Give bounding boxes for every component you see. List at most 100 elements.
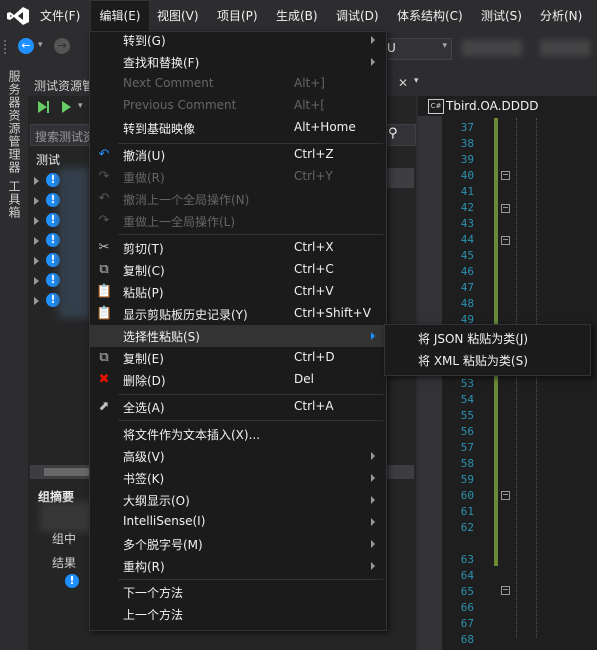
global-redo-icon: ↷ (98, 213, 110, 228)
collapse-icon[interactable]: − (501, 491, 510, 500)
blurred-test-names (58, 168, 90, 318)
run-all-icon[interactable] (38, 101, 47, 113)
line-number: 66 (460, 601, 474, 614)
menu-item-label: 复制(E) (123, 352, 164, 366)
edit-menu-item[interactable]: 查找和替换(F) (90, 51, 385, 73)
line-number: 39 (460, 153, 474, 166)
edit-menu-item[interactable]: ↷ 重做(R) Ctrl+Y (90, 166, 385, 188)
menu-project[interactable]: 项目(P) (217, 0, 258, 32)
back-icon[interactable]: ← (18, 38, 34, 54)
edit-menu-item[interactable]: 将文件作为文本插入(X)... (90, 423, 385, 445)
forward-icon[interactable]: → (54, 38, 70, 54)
delete-icon: ✖ (98, 372, 110, 387)
edit-menu-item[interactable]: 书签(K) (90, 467, 385, 489)
menu-item-label: 书签(K) (123, 472, 165, 486)
edit-menu-item[interactable]: ↶ 撤消上一个全局操作(N) (90, 188, 385, 210)
edit-menu-item[interactable]: Next Comment Alt+] (90, 73, 385, 95)
edit-menu-item[interactable]: ✂ 剪切(T) Ctrl+X (90, 237, 385, 259)
collapse-icon[interactable]: − (501, 236, 510, 245)
menu-debug[interactable]: 调试(D) (336, 0, 379, 32)
editor-file-tab[interactable]: C# Tbird.OA.DDDD (422, 96, 597, 116)
edit-menu-item[interactable]: 📋 显示剪贴板历史记录(Y) Ctrl+Shift+V (90, 303, 385, 325)
edit-menu-item[interactable]: ⧉ 复制(E) Ctrl+D (90, 347, 385, 369)
menu-edit[interactable]: 编辑(E) (90, 0, 150, 32)
edit-menu-item[interactable]: IntelliSense(I) (90, 511, 385, 533)
edit-menu-item[interactable]: 重构(R) (90, 555, 385, 577)
edit-menu-item[interactable]: 高级(V) (90, 445, 385, 467)
solution-config-combo[interactable]: U ▾ (376, 38, 452, 60)
expand-arrow-icon[interactable] (34, 297, 39, 305)
menu-item-shortcut: Alt+Home (294, 120, 356, 134)
submenu-arrow-icon (371, 518, 375, 526)
clipboard-history-icon: 📋 (96, 306, 113, 321)
expand-arrow-icon[interactable] (34, 217, 39, 225)
menu-item-label: 撤消上一个全局操作(N) (123, 193, 250, 207)
edit-menu-item[interactable]: 下一个方法 (90, 581, 385, 603)
redo-icon: ↷ (98, 169, 110, 184)
menu-separator (118, 579, 383, 580)
menu-item-label: 选择性粘贴(S) (123, 330, 200, 344)
dropdown-arrow-icon[interactable]: ▾ (38, 40, 43, 50)
server-explorer-tab[interactable]: 服务器资源管理器 (6, 70, 23, 174)
menu-item-label: 下一个方法 (123, 586, 184, 600)
edit-menu-item[interactable]: 转到基础映像 Alt+Home (90, 117, 385, 139)
edit-menu-item[interactable]: 大纲显示(O) (90, 489, 385, 511)
close-icon[interactable]: ✕ (398, 76, 408, 90)
edit-menu-item[interactable]: 上一个方法 (90, 603, 385, 625)
result-label: 结果 (52, 556, 77, 570)
menu-separator (118, 143, 383, 144)
menu-analyze[interactable]: 分析(N) (540, 0, 582, 32)
info-icon: ! (65, 574, 79, 588)
menu-architecture[interactable]: 体系结构(C) (397, 0, 463, 32)
menu-item-label: Next Comment (123, 76, 214, 90)
expand-arrow-icon[interactable] (34, 177, 39, 185)
edit-menu-item[interactable]: 转到(G) (90, 29, 385, 51)
menu-item-label: 多个脱字号(M) (123, 538, 203, 552)
line-number: 44 (460, 233, 474, 246)
menu-item-label: 复制(C) (123, 264, 165, 278)
menu-file[interactable]: 文件(F) (40, 0, 80, 32)
pin-icon[interactable]: ▾ (414, 76, 419, 86)
toolbox-tab[interactable]: 工具箱 (6, 180, 23, 219)
line-number: 64 (460, 569, 474, 582)
expand-arrow-icon[interactable] (34, 277, 39, 285)
edit-menu-item[interactable]: 📋 粘贴(P) Ctrl+V (90, 281, 385, 303)
chevron-down-icon[interactable]: ▾ (78, 101, 83, 111)
line-number: 59 (460, 473, 474, 486)
submenu-item-label: 将 JSON 粘贴为类(J) (418, 332, 529, 346)
collapse-icon[interactable]: − (501, 586, 510, 595)
collapse-icon[interactable]: − (501, 171, 510, 180)
search-icon[interactable]: ⚲ (388, 124, 404, 144)
edit-menu-item[interactable]: ↷ 重做上一全局操作(L) (90, 210, 385, 232)
paste-json-as-classes[interactable]: 将 JSON 粘贴为类(J) (385, 327, 588, 349)
editor-tab-title: Tbird.OA.DDDD (446, 99, 539, 113)
line-number: 54 (460, 393, 474, 406)
line-number: 40 (460, 169, 474, 182)
scrollbar-thumb[interactable] (44, 468, 94, 476)
line-number: 46 (460, 265, 474, 278)
menu-view[interactable]: 视图(V) (157, 0, 199, 32)
expand-arrow-icon[interactable] (34, 237, 39, 245)
edit-menu-item[interactable]: 多个脱字号(M) (90, 533, 385, 555)
collapse-icon[interactable]: − (501, 204, 510, 213)
line-number: 43 (460, 217, 474, 230)
menu-item-shortcut: Alt+] (294, 76, 325, 90)
toolbar-grip[interactable] (4, 40, 12, 54)
edit-menu-item[interactable]: ⬈ 全选(A) Ctrl+A (90, 396, 385, 418)
submenu-arrow-icon (371, 36, 375, 44)
menu-build[interactable]: 生成(B) (276, 0, 318, 32)
run-icon[interactable] (62, 101, 71, 113)
blurred-toolbar-region (540, 40, 590, 56)
line-number: 38 (460, 137, 474, 150)
menu-item-label: Previous Comment (123, 98, 237, 112)
paste-xml-as-classes[interactable]: 将 XML 粘贴为类(S) (385, 349, 588, 371)
expand-arrow-icon[interactable] (34, 197, 39, 205)
edit-menu-item[interactable]: ↶ 撤消(U) Ctrl+Z (90, 144, 385, 166)
expand-arrow-icon[interactable] (34, 257, 39, 265)
menu-test[interactable]: 测试(S) (481, 0, 522, 32)
edit-menu-item[interactable]: 选择性粘贴(S) (90, 325, 385, 347)
edit-menu-item[interactable]: ✖ 删除(D) Del (90, 369, 385, 391)
test-list-header-label: 测试 (36, 153, 61, 167)
edit-menu-item[interactable]: ⧉ 复制(C) Ctrl+C (90, 259, 385, 281)
edit-menu-item[interactable]: Previous Comment Alt+[ (90, 95, 385, 117)
